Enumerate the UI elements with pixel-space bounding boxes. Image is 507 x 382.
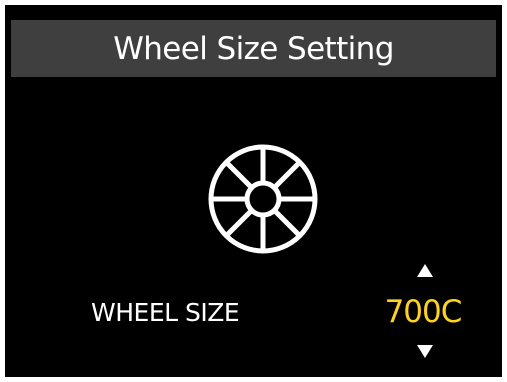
arrow-down-icon[interactable] [417, 345, 433, 358]
wheel-size-label: WHEEL SIZE [91, 298, 240, 327]
bicycle-wheel-icon [208, 144, 318, 254]
header-bar: Wheel Size Setting [11, 20, 496, 77]
display-screen: Wheel Size Setting WHEEL SIZE 700C [5, 5, 502, 377]
arrow-up-icon[interactable] [417, 264, 433, 277]
wheel-size-value[interactable]: 700C [370, 294, 476, 330]
page-title: Wheel Size Setting [113, 30, 394, 67]
